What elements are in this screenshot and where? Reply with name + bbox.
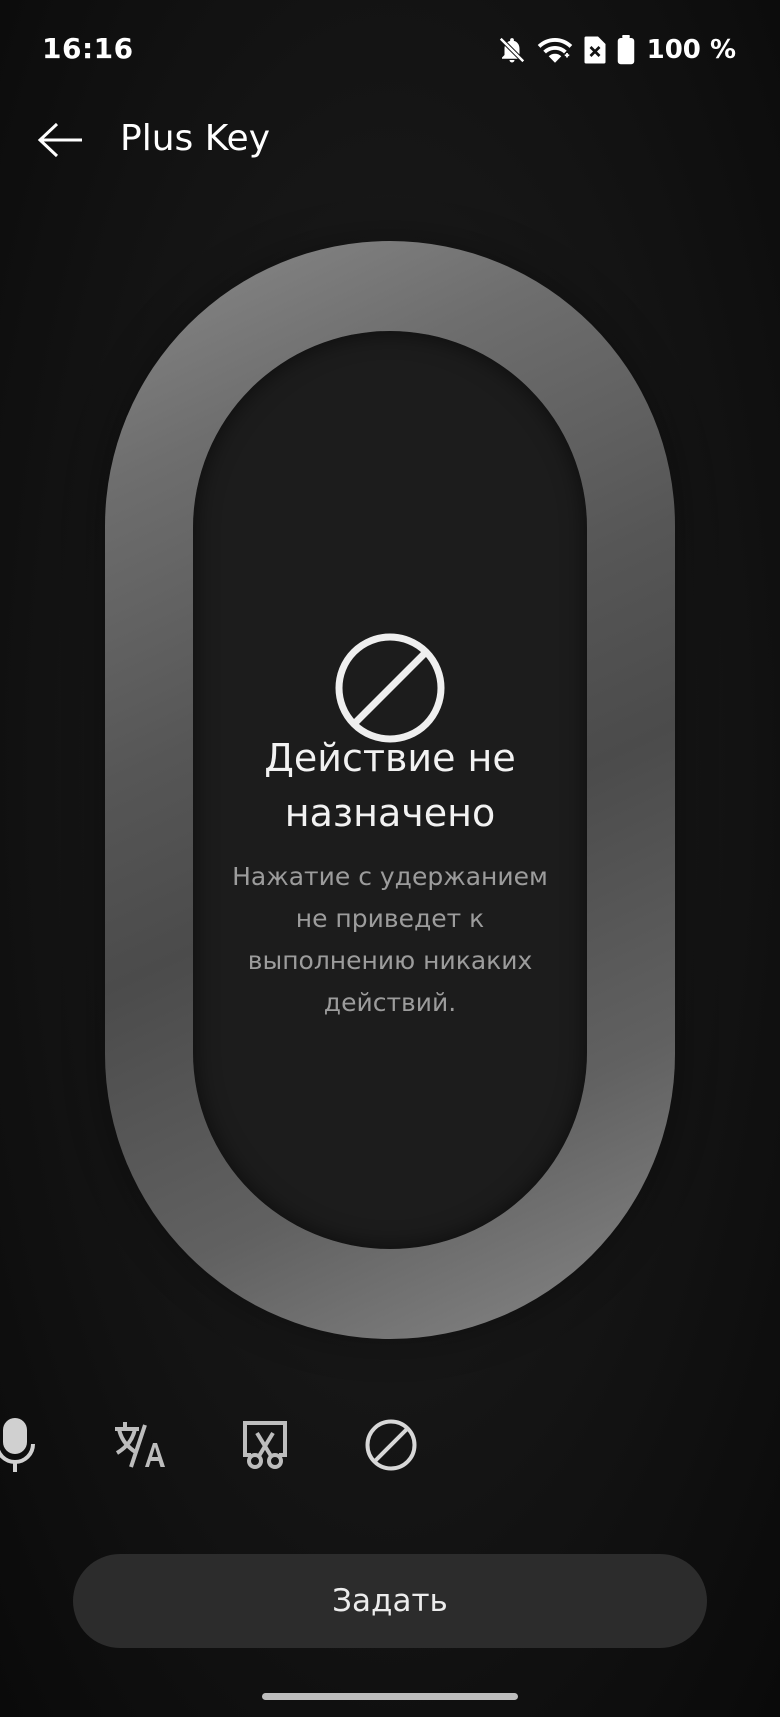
prohibited-icon: [333, 631, 447, 745]
action-description-line: действий.: [323, 988, 457, 1017]
action-title: Действие не назначено: [213, 731, 567, 841]
action-option-screenshot[interactable]: [230, 1412, 300, 1482]
arrow-left-icon: [36, 120, 84, 164]
action-option-none[interactable]: [356, 1412, 426, 1482]
action-description-line: не приведет к: [295, 904, 485, 933]
action-title-line: назначено: [284, 791, 496, 835]
action-description: Нажатие с удержанием не приведет к выпол…: [213, 856, 567, 1024]
action-title-line: Действие не: [264, 736, 516, 780]
page-title: Plus Key: [120, 118, 270, 159]
battery-icon: [617, 35, 635, 65]
status-icons: 100 %: [497, 30, 736, 70]
action-option-voice[interactable]: [0, 1412, 50, 1482]
action-description-line: Нажатие с удержанием: [232, 862, 548, 891]
battery-percent: 100 %: [646, 35, 736, 65]
gesture-nav-handle[interactable]: [262, 1693, 518, 1700]
sim-off-icon: [583, 35, 607, 65]
back-button[interactable]: [30, 114, 90, 170]
action-selector: [0, 1412, 780, 1482]
status-bar: 16:16 100 %: [0, 0, 780, 100]
action-description-line: выполнению никаких: [247, 946, 533, 975]
bell-off-icon: [497, 35, 527, 65]
wifi-icon: [537, 35, 573, 65]
set-button[interactable]: Задать: [73, 1554, 707, 1648]
screenshot-scissors-icon: [241, 1419, 289, 1475]
microphone-icon: [0, 1416, 35, 1478]
translate-icon: [111, 1419, 167, 1475]
plus-key-illustration: Действие не назначено Нажатие с удержани…: [105, 241, 675, 1339]
plus-key-inner: Действие не назначено Нажатие с удержани…: [193, 331, 587, 1249]
status-time: 16:16: [42, 32, 134, 65]
prohibited-icon: [364, 1418, 418, 1476]
key-preview-content: Действие не назначено Нажатие с удержани…: [193, 331, 587, 1249]
action-option-translate[interactable]: [104, 1412, 174, 1482]
app-bar: Plus Key: [0, 100, 780, 184]
